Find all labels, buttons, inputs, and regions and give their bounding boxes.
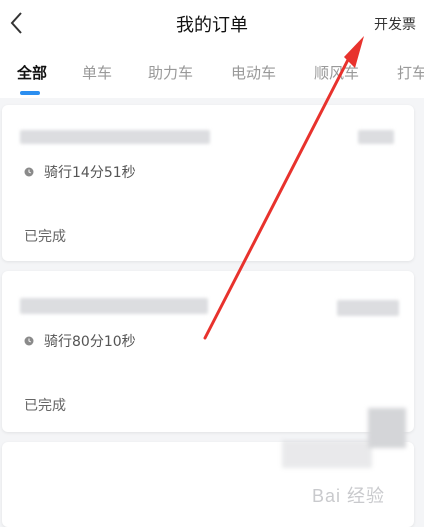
blurred-order-info	[20, 130, 210, 144]
page-title: 我的订单	[176, 15, 248, 36]
tab-electric[interactable]: 电动车	[231, 62, 276, 83]
clock-icon	[24, 167, 34, 177]
top-bar: 我的订单 开发票	[0, 0, 424, 46]
blurred-price	[358, 130, 394, 144]
invoice-button[interactable]: 开发票	[374, 14, 416, 34]
ride-duration: 骑行80分10秒	[44, 334, 136, 350]
clock-icon	[24, 336, 34, 346]
tab-all[interactable]: 全部	[17, 62, 47, 83]
tab-taxi[interactable]: 打车	[397, 62, 424, 83]
tab-carpool[interactable]: 顺风车	[314, 62, 359, 83]
ride-duration-row: 骑行14分51秒	[24, 162, 136, 182]
order-status: 已完成	[24, 229, 66, 245]
blurred-order-info	[20, 298, 208, 314]
order-status: 已完成	[24, 398, 66, 414]
watermark: Bai 经验	[312, 486, 386, 506]
blurred-price	[337, 300, 399, 316]
ride-duration-row: 骑行80分10秒	[24, 331, 136, 351]
order-card[interactable]: 骑行80分10秒 已完成	[2, 271, 414, 432]
watermark-blur	[282, 440, 372, 468]
order-tabs: 全部 单车 助力车 电动车 顺风车 打车	[0, 46, 424, 98]
watermark-blur	[368, 408, 406, 448]
order-card[interactable]: 骑行14分51秒 已完成	[2, 105, 414, 261]
ride-duration: 骑行14分51秒	[44, 165, 136, 181]
active-tab-indicator	[20, 91, 40, 95]
tab-bike[interactable]: 单车	[82, 62, 112, 83]
tab-ebike-assist[interactable]: 助力车	[148, 62, 193, 83]
